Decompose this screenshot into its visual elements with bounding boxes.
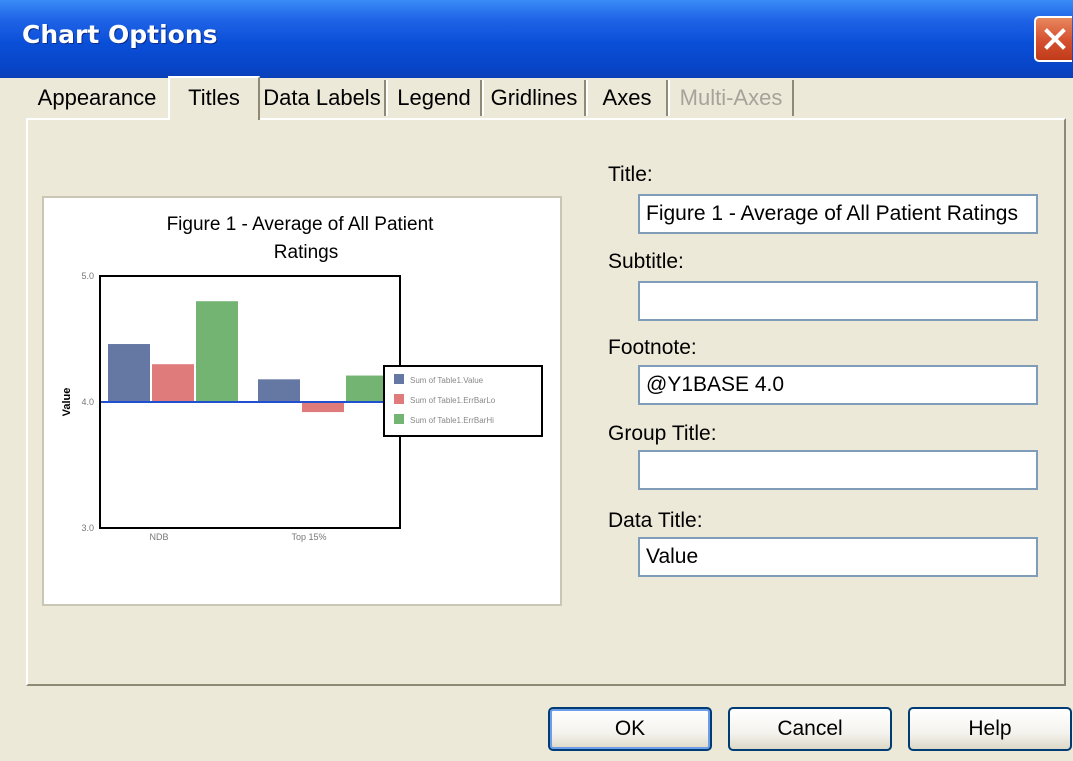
chart-title-line-1: Figure 1 - Average of All Patient (167, 214, 435, 235)
bar-1-2 (258, 379, 300, 402)
bar-1-1 (108, 344, 150, 402)
data-title-input[interactable]: Value (638, 537, 1038, 577)
title-label: Title: (608, 163, 653, 186)
x-tick-label: Top 15% (291, 532, 326, 542)
data-title-label: Data Title: (608, 509, 703, 532)
tab-appearance[interactable]: Appearance (26, 80, 168, 116)
tab-gridlines[interactable]: Gridlines (482, 80, 586, 116)
title-bar[interactable]: Chart Options (0, 0, 1073, 78)
legend-label-2: Sum of Table1.ErrBarLo (410, 396, 496, 405)
bar-2-1 (152, 364, 194, 402)
y-tick-label: 5.0 (81, 271, 94, 281)
group-title-input[interactable] (638, 450, 1038, 490)
chart-title-line-2: Ratings (274, 242, 338, 263)
group-title-label: Group Title: (608, 422, 717, 445)
tab-axes[interactable]: Axes (586, 80, 668, 116)
y-tick-label: 4.0 (81, 397, 94, 407)
tab-legend[interactable]: Legend (386, 80, 482, 116)
bar-3-1 (196, 301, 238, 402)
tab-multi-axes: Multi-Axes (668, 80, 794, 116)
title-input[interactable]: Figure 1 - Average of All Patient Rating… (638, 194, 1038, 234)
chart-svg: Figure 1 - Average of All Patient Rating… (61, 214, 543, 542)
window-title: Chart Options (22, 20, 218, 49)
tab-data-labels[interactable]: Data Labels (258, 80, 386, 116)
cancel-button[interactable]: Cancel (728, 707, 892, 751)
legend-swatch-1 (394, 374, 404, 384)
legend-label-3: Sum of Table1.ErrBarHi (410, 416, 494, 425)
legend-label-1: Sum of Table1.Value (410, 376, 484, 385)
footnote-label: Footnote: (608, 336, 697, 359)
help-button[interactable]: Help (908, 707, 1072, 751)
bar-3-2 (346, 375, 388, 402)
y-tick-label: 3.0 (81, 523, 94, 533)
ok-button[interactable]: OK (548, 707, 712, 751)
subtitle-input[interactable] (638, 281, 1038, 321)
bar-2-2 (302, 402, 344, 413)
chart-preview: Figure 1 - Average of All Patient Rating… (42, 196, 562, 606)
footnote-input[interactable]: @Y1BASE 4.0 (638, 365, 1038, 405)
legend-swatch-2 (394, 394, 404, 404)
tab-strip: Appearance Titles Data Labels Legend Gri… (26, 76, 1066, 120)
legend-swatch-3 (394, 414, 404, 424)
close-button[interactable] (1034, 16, 1072, 62)
tab-titles[interactable]: Titles (168, 76, 260, 120)
close-icon (1044, 28, 1066, 50)
subtitle-label: Subtitle: (608, 250, 684, 273)
y-axis-label: Value (61, 388, 73, 417)
x-tick-label: NDB (149, 532, 168, 542)
